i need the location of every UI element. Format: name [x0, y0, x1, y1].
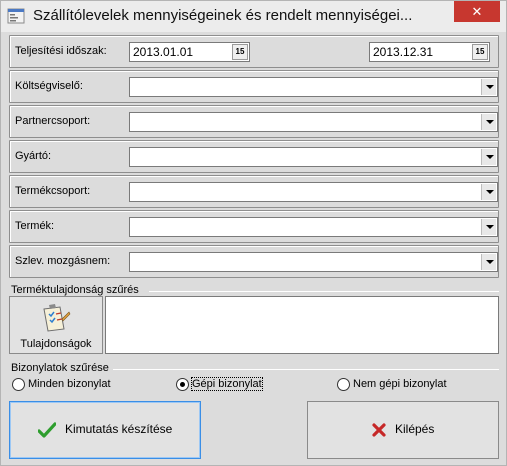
calendar-icon[interactable]: 15	[232, 44, 248, 60]
close-icon: ✕	[471, 4, 483, 19]
app-icon	[7, 8, 25, 24]
filter-label: Gyártó:	[15, 150, 52, 162]
filter-label: Költségviselő:	[15, 80, 83, 92]
product-group-combo[interactable]	[129, 182, 498, 202]
filter-label: Termék:	[15, 220, 55, 232]
create-report-label: Kimutatás készítése	[64, 422, 173, 437]
calendar-icon[interactable]: 15	[472, 44, 488, 60]
filter-row-product: Termék:	[9, 210, 499, 243]
clipboard-checklist-icon	[43, 304, 71, 332]
window-title: Szállítólevelek mennyiségeinek és rendel…	[33, 7, 413, 24]
filter-label: Szlev. mozgásnem:	[15, 255, 111, 267]
filter-label: Termékcsoport:	[15, 185, 91, 197]
period-row: Teljesítési időszak: 2013.01.01 15 2013.…	[9, 35, 499, 68]
radio-circle[interactable]	[12, 378, 25, 391]
period-label: Teljesítési időszak:	[15, 45, 107, 57]
radio-circle[interactable]	[337, 378, 350, 391]
chevron-down-icon[interactable]	[481, 254, 496, 270]
date-from-value: 2013.01.01	[133, 45, 194, 59]
property-filter-title: Terméktulajdonság szűrés	[11, 284, 139, 296]
date-to-field[interactable]: 2013.12.31 15	[369, 42, 490, 62]
document-filter-title: Bizonylatok szűrése	[11, 362, 109, 374]
group-divider	[149, 291, 499, 292]
radio-label: Nem gépi bizonylat	[353, 378, 447, 390]
chevron-down-icon[interactable]	[481, 114, 496, 130]
radio-selected-dot	[180, 382, 185, 387]
manufacturer-combo[interactable]	[129, 147, 498, 167]
properties-button-label: Tulajdonságok	[20, 338, 92, 350]
filter-label: Partnercsoport:	[15, 115, 91, 127]
create-report-button[interactable]: Kimutatás készítése	[9, 401, 201, 459]
date-from-field[interactable]: 2013.01.01 15	[129, 42, 250, 62]
chevron-down-icon[interactable]	[481, 219, 496, 235]
red-x-icon	[372, 423, 386, 437]
close-button[interactable]: ✕	[454, 1, 500, 22]
filter-row-cost-bearer: Költségviselő:	[9, 70, 499, 103]
filter-row-manufacturer: Gyártó:	[9, 140, 499, 173]
properties-button[interactable]: Tulajdonságok	[9, 296, 103, 354]
filter-row-product-group: Termékcsoport:	[9, 175, 499, 208]
property-filter-list[interactable]	[105, 296, 499, 354]
date-to-value: 2013.12.31	[373, 45, 434, 59]
exit-button[interactable]: Kilépés	[307, 401, 499, 459]
title-bar[interactable]: Szállítólevelek mennyiségeinek és rendel…	[1, 1, 506, 32]
partner-group-combo[interactable]	[129, 112, 498, 132]
radio-label: Gépi bizonylat	[191, 377, 263, 391]
radio-label: Minden bizonylat	[28, 378, 111, 390]
group-divider	[113, 369, 499, 370]
checkmark-icon	[37, 422, 56, 438]
exit-label: Kilépés	[394, 422, 435, 436]
product-combo[interactable]	[129, 217, 498, 237]
chevron-down-icon[interactable]	[481, 184, 496, 200]
client-area: Teljesítési időszak: 2013.01.01 15 2013.…	[9, 32, 499, 462]
filter-row-movement-type: Szlev. mozgásnem:	[9, 245, 499, 278]
report-window: Szállítólevelek mennyiségeinek és rendel…	[0, 0, 507, 466]
cost-bearer-combo[interactable]	[129, 77, 498, 97]
chevron-down-icon[interactable]	[481, 79, 496, 95]
radio-circle[interactable]	[176, 378, 189, 391]
chevron-down-icon[interactable]	[481, 149, 496, 165]
movement-type-combo[interactable]	[129, 252, 498, 272]
filter-row-partner-group: Partnercsoport:	[9, 105, 499, 138]
